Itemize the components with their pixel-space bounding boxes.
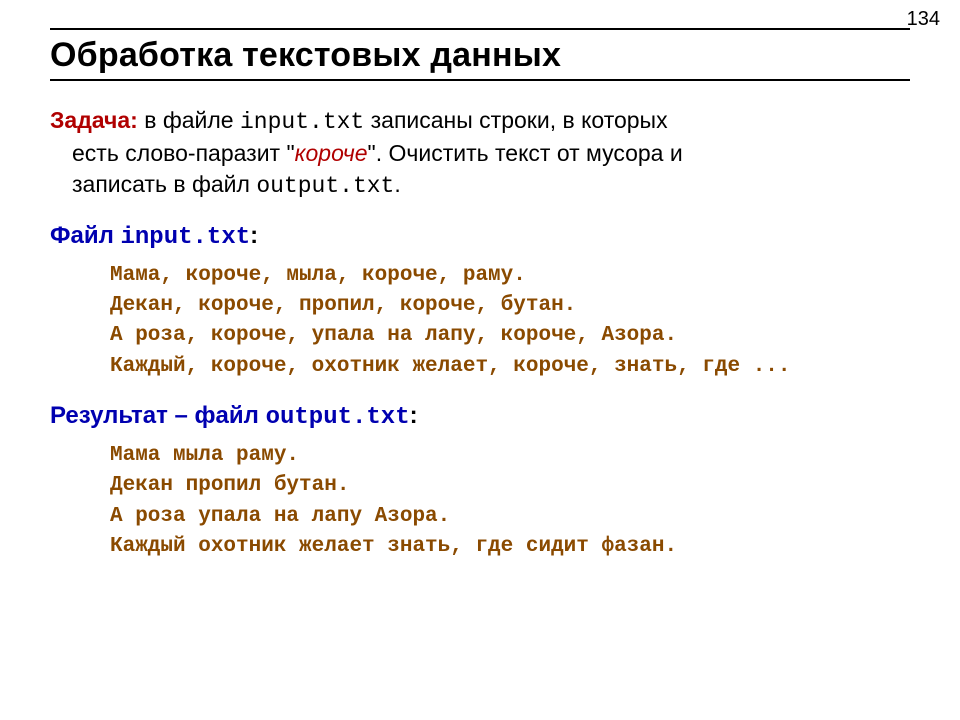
input-heading-prefix: Файл (50, 222, 121, 249)
task-text-4: ". Очистить текст от мусора и (368, 140, 683, 166)
input-file-block: Файл input.txt: Мама, короче, мыла, коро… (50, 220, 910, 382)
task-text-5: записать в файл (72, 171, 256, 197)
output-heading-file: output.txt (266, 404, 410, 431)
output-file-block: Результат – файл output.txt: Мама мыла р… (50, 400, 910, 562)
rule-bottom (50, 79, 910, 81)
slide-title: Обработка текстовых данных (50, 36, 910, 75)
input-heading: Файл input.txt: (50, 220, 910, 254)
input-listing: Мама, короче, мыла, короче, раму. Декан,… (110, 261, 910, 383)
page-number: 134 (907, 8, 940, 31)
output-heading-colon: : (410, 402, 418, 429)
task-block: Задача: в файле input.txt записаны строк… (50, 105, 910, 202)
task-line2: есть слово-паразит "короче". Очистить те… (50, 138, 910, 169)
task-line3: записать в файл output.txt. (50, 169, 910, 202)
task-label: Задача: (50, 107, 138, 133)
parasite-word: короче (295, 140, 368, 166)
output-heading: Результат – файл output.txt: (50, 400, 910, 434)
output-listing: Мама мыла раму. Декан пропил бутан. А ро… (110, 441, 910, 563)
title-block: Обработка текстовых данных (50, 28, 910, 87)
task-text-1: в файле (138, 107, 240, 133)
input-heading-file: input.txt (121, 224, 251, 251)
output-heading-prefix: Результат – файл (50, 402, 266, 429)
content: Задача: в файле input.txt записаны строк… (50, 105, 910, 562)
task-text-6: . (394, 171, 400, 197)
slide-body: Обработка текстовых данных Задача: в фай… (0, 0, 960, 562)
output-filename: output.txt (256, 173, 394, 199)
input-filename: input.txt (240, 109, 364, 135)
task-text-2: записаны строки, в которых (364, 107, 667, 133)
input-heading-colon: : (250, 222, 258, 249)
rule-top (50, 28, 910, 30)
task-text-3: есть слово-паразит " (72, 140, 295, 166)
